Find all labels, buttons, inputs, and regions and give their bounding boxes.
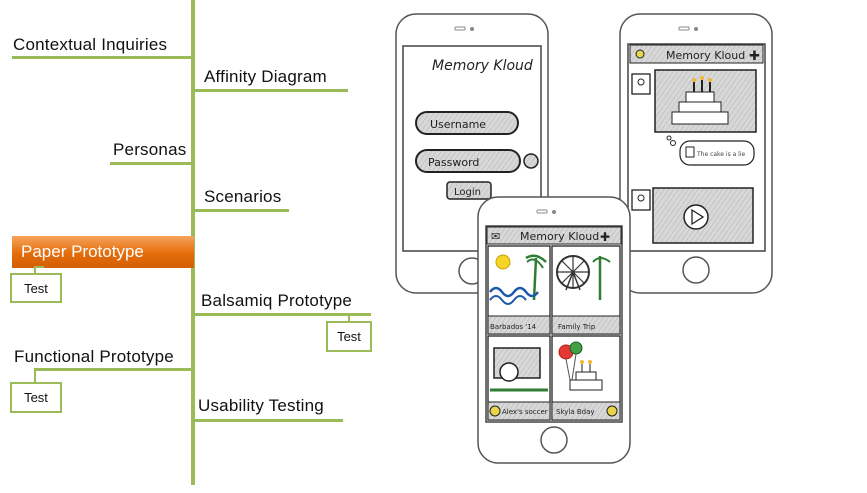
- step-contextual-inquiries: Contextual Inquiries: [13, 35, 168, 54]
- step-personas: Personas: [113, 140, 187, 159]
- caption-soccer: Alex's soccer: [502, 408, 548, 416]
- underline-contextual-inquiries: [12, 56, 194, 59]
- gallery-add-circle-icon: [489, 405, 501, 417]
- step-balsamiq-prototype: Balsamiq Prototype: [201, 291, 353, 310]
- gallery-smile-icon: [606, 405, 618, 417]
- gallery-app-title: Memory Kloud: [520, 230, 599, 243]
- username-label: Username: [430, 118, 486, 131]
- step-scenarios: Scenarios: [204, 187, 282, 206]
- underline-usability-testing: [193, 419, 343, 422]
- underline-personas: [110, 162, 194, 165]
- test-box-paper: Test: [10, 273, 62, 303]
- caption-family-trip: Family Trip: [558, 323, 596, 331]
- comment-text: The cake is a lie: [696, 151, 746, 158]
- feed-app-title: Memory Kloud: [666, 49, 745, 62]
- test-box-functional: Test: [10, 382, 62, 413]
- balloon-green: [569, 341, 583, 355]
- password-label: Password: [428, 156, 479, 169]
- sun-drawing: [495, 254, 511, 270]
- feed-menu-icon: [635, 49, 645, 59]
- feed-avatar-1: [631, 73, 651, 95]
- step-affinity-diagram: Affinity Diagram: [204, 67, 327, 86]
- caption-birthday: Skyla Bday: [556, 408, 595, 416]
- gallery-mail-icon: ✉: [491, 231, 500, 243]
- connector-functional-test: [34, 368, 44, 382]
- step-paper-prototype: Paper Prototype: [12, 236, 194, 268]
- feed-avatar-2: [631, 189, 651, 211]
- help-icon: [523, 153, 539, 169]
- underline-affinity-diagram: [193, 89, 348, 92]
- underline-functional-prototype: [34, 368, 194, 371]
- test-box-balsamiq: Test: [326, 321, 372, 352]
- feed-add-icon: ✚: [749, 48, 760, 63]
- login-button-label: Login: [454, 187, 481, 198]
- step-usability-testing: Usability Testing: [198, 396, 324, 415]
- soccer-ball-drawing: [499, 362, 519, 382]
- step-functional-prototype: Functional Prototype: [14, 347, 174, 366]
- gallery-add-icon: ✚: [600, 230, 610, 244]
- paper-prototype-sketches: Memory Kloud Username Password Login Mem…: [395, 13, 773, 464]
- underline-scenarios: [193, 209, 289, 212]
- caption-barbados: Barbados '14: [490, 323, 537, 331]
- login-app-title: Memory Kloud: [432, 58, 533, 74]
